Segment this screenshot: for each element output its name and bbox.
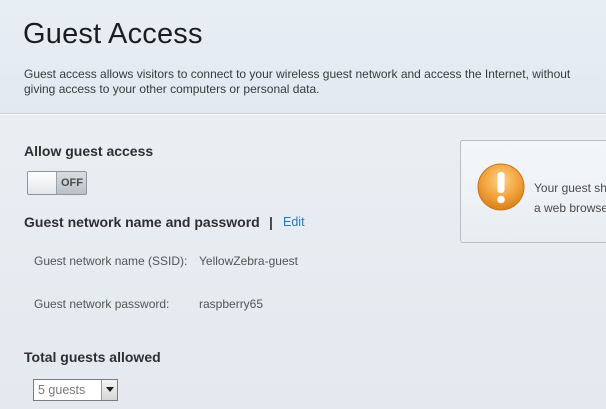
alert-text-line-1: Your guest sh bbox=[534, 181, 606, 195]
warning-exclamation-icon bbox=[477, 163, 525, 211]
password-value: raspberry65 bbox=[199, 297, 264, 311]
allow-guest-heading: Allow guest access bbox=[24, 143, 154, 159]
toggle-state-label: OFF bbox=[61, 177, 83, 189]
total-guests-heading: Total guests allowed bbox=[24, 349, 161, 365]
total-guests-value: 5 guests bbox=[38, 383, 86, 397]
chevron-down-icon bbox=[101, 380, 117, 400]
guest-access-toggle[interactable]: OFF bbox=[27, 171, 87, 195]
ssid-label: Guest network name (SSID): bbox=[34, 254, 188, 268]
page-title: Guest Access bbox=[23, 18, 203, 50]
guest-info-alert: Your guest sh a web browse bbox=[460, 140, 606, 243]
edit-network-link[interactable]: Edit bbox=[283, 215, 305, 229]
page-header: Guest Access Guest access allows visitor… bbox=[0, 0, 606, 114]
ssid-value: YellowZebra-guest bbox=[199, 254, 298, 268]
page-description: Guest access allows visitors to connect … bbox=[24, 67, 571, 96]
password-label: Guest network password: bbox=[34, 297, 170, 311]
alert-text: Your guest sh a web browse bbox=[534, 178, 606, 218]
total-guests-select[interactable]: 5 guests bbox=[33, 379, 118, 401]
alert-text-line-2: a web browse bbox=[534, 201, 606, 215]
toggle-knob bbox=[28, 172, 57, 194]
network-heading: Guest network name and password bbox=[24, 214, 260, 230]
heading-separator: | bbox=[269, 214, 273, 230]
